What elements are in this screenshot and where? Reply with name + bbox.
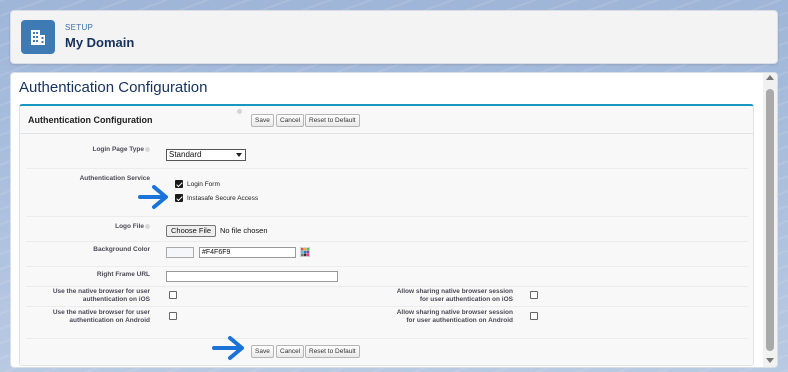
login-page-type-label-text: Login Page Type [92,146,144,153]
main-panel: Authentication Configuration Authenticat… [10,72,778,368]
choose-file-button[interactable]: Choose File [166,225,217,237]
color-swatch[interactable] [166,247,194,258]
native-browser-android-checkbox[interactable] [169,312,177,320]
save-button-bottom[interactable]: Save [251,345,274,358]
help-icon[interactable] [145,146,150,152]
background-color-label: Background Color [93,246,150,253]
header-eyebrow: SETUP [65,23,94,32]
auth-service-label: Authentication Service [79,175,150,182]
divider [26,306,748,307]
native-browser-ios-checkbox[interactable] [169,291,177,299]
right-frame-url-input[interactable] [166,271,338,282]
block-header: Authentication Configuration Save Cancel… [20,106,753,134]
share-session-ios-label-line1: Allow sharing native browser session [396,288,513,295]
divider [26,216,748,217]
spinner-dot-icon [237,109,242,114]
divider [26,338,748,339]
color-picker-icon[interactable] [300,247,310,257]
share-session-ios-label-line2: for user authentication on iOS [419,296,513,303]
setup-header: SETUP My Domain [10,10,778,64]
native-browser-android-label-line1: Use the native browser for user [52,309,150,316]
login-form-label: Login Form [187,181,220,188]
cancel-button-bottom[interactable]: Cancel [276,345,305,358]
annotation-arrow-icon [212,336,244,360]
page-title: Authentication Configuration [19,79,208,96]
scroll-thumb[interactable] [766,89,774,351]
block-title: Authentication Configuration [28,115,153,125]
share-session-android-checkbox[interactable] [530,312,538,320]
scroll-down-arrow-icon[interactable] [766,358,774,363]
login-form-checkbox[interactable] [175,180,183,188]
instasafe-label: Instasafe Secure Access [187,195,259,202]
native-browser-android-label-line2: authentication on Android [69,317,150,324]
share-session-ios-checkbox[interactable] [530,291,538,299]
save-button-top[interactable]: Save [251,114,274,127]
building-icon [21,20,55,54]
page-header-title: My Domain [65,35,135,50]
native-browser-ios-label-line2: authentication on iOS [82,296,150,303]
divider [26,241,748,242]
logo-file-label-text: Logo File [115,223,144,230]
divider [26,286,748,287]
native-browser-android-label: Use the native browser for user authenti… [53,309,150,325]
logo-file-label: Logo File [115,223,150,230]
native-browser-ios-label-line1: Use the native browser for user [52,288,150,295]
right-frame-url-label: Right Frame URL [96,271,150,278]
share-session-ios-label: Allow sharing native browser session for… [397,288,513,304]
divider [26,266,748,267]
file-status: No file chosen [220,226,268,235]
share-session-android-label: Allow sharing native browser session for… [397,309,513,325]
annotation-arrow-icon [138,185,168,209]
scroll-up-arrow-icon[interactable] [766,75,774,80]
cancel-button-top[interactable]: Cancel [276,114,305,127]
login-page-type-label: Login Page Type [92,146,150,153]
share-session-android-label-line1: Allow sharing native browser session [396,309,513,316]
reset-default-button-bottom[interactable]: Reset to Default [305,345,360,358]
login-page-type-value: Standard [169,150,202,159]
help-icon[interactable] [145,223,150,229]
background-color-input[interactable]: #F4F6F9 [199,247,296,258]
share-session-android-label-line2: for user authentication on Android [406,317,513,324]
login-page-type-select[interactable]: Standard [166,149,246,161]
auth-config-block: Authentication Configuration Save Cancel… [19,104,754,366]
instasafe-checkbox[interactable] [175,194,183,202]
reset-default-button-top[interactable]: Reset to Default [305,114,360,127]
native-browser-ios-label: Use the native browser for user authenti… [53,288,150,304]
chevron-down-icon [236,153,242,157]
vertical-scrollbar[interactable] [763,73,777,367]
divider [26,168,748,169]
